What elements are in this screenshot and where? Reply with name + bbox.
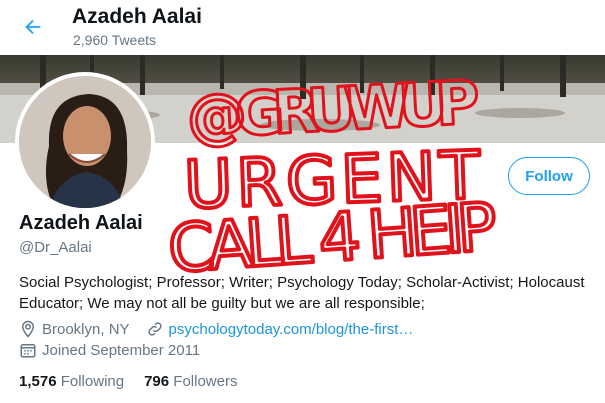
joined-text: Joined September 2011 bbox=[42, 341, 201, 359]
calendar-icon bbox=[19, 341, 37, 359]
followers-stat[interactable]: 796 Followers bbox=[144, 373, 237, 390]
website-link[interactable]: psychologytoday.com/blog/the-first… bbox=[169, 321, 414, 338]
tweet-count: 2,960 Tweets bbox=[73, 32, 157, 48]
profile-meta-location: Brooklyn, NY psychologytoday.com/blog/th… bbox=[19, 320, 413, 338]
back-button[interactable] bbox=[18, 12, 48, 42]
profile-avatar[interactable] bbox=[15, 72, 155, 212]
profile-name: Azadeh Aalai bbox=[19, 212, 143, 234]
following-label: Following bbox=[60, 373, 125, 390]
followers-label: Followers bbox=[173, 373, 238, 390]
following-stat[interactable]: 1,576 Following bbox=[19, 373, 124, 390]
location-text: Brooklyn, NY bbox=[42, 320, 130, 338]
following-count: 1,576 bbox=[19, 373, 57, 390]
back-arrow-icon bbox=[25, 19, 41, 35]
link-icon bbox=[146, 320, 164, 338]
followers-count: 796 bbox=[144, 373, 170, 390]
header-title: Azadeh Aalai bbox=[72, 5, 202, 28]
location-icon bbox=[19, 320, 37, 338]
profile-handle: @Dr_Aalai bbox=[19, 239, 92, 256]
profile-stats: 1,576 Following 796 Followers bbox=[19, 373, 257, 390]
profile-header: Azadeh Aalai 2,960 Tweets bbox=[0, 0, 605, 55]
profile-meta-joined: Joined September 2011 bbox=[19, 341, 200, 359]
follow-button[interactable]: Follow bbox=[508, 157, 590, 195]
annotation-line-2: URGENT bbox=[183, 137, 486, 224]
profile-bio: Social Psychologist; Professor; Writer; … bbox=[19, 274, 585, 312]
